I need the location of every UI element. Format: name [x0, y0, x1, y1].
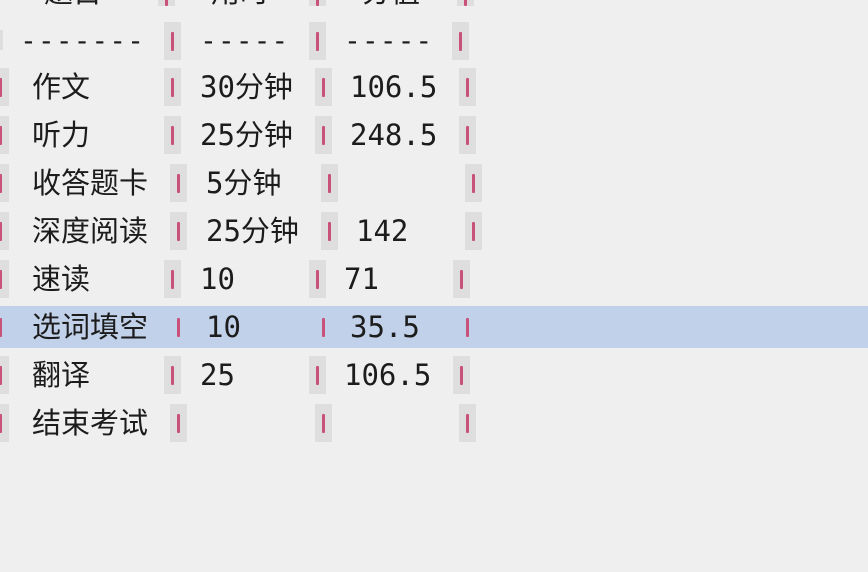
table-row[interactable]: 听力 25分钟 248.5	[0, 114, 868, 156]
separator-cell: -------	[20, 24, 146, 57]
pipe-marker	[0, 68, 9, 106]
cell-time: 5分钟	[206, 166, 282, 200]
pipe-marker	[0, 164, 9, 202]
pipe-marker	[452, 22, 469, 60]
pipe-marker	[309, 0, 326, 6]
cell-score: 35.5	[350, 310, 420, 344]
cell-topic: 作文	[32, 70, 91, 104]
cell-score: 106.5	[344, 358, 432, 392]
pipe-marker	[164, 260, 181, 298]
table-row[interactable]: 翻译 25 106.5	[0, 354, 868, 396]
pipe-marker	[459, 308, 476, 346]
pipe-marker	[0, 308, 9, 346]
pipe-marker	[459, 68, 476, 106]
markdown-editor[interactable]: 题目 用时 分值 ------- ----- ----- 作文 30分钟 106…	[0, 0, 868, 572]
cell-topic: 深度阅读	[32, 214, 149, 248]
cell-score: 142	[356, 214, 409, 248]
cell-time: 25分钟	[206, 214, 299, 248]
cell-time: 10	[206, 310, 241, 344]
cell-topic: 选词填空	[32, 310, 149, 344]
cell-time: 10	[200, 262, 235, 296]
separator-cell: -----	[344, 24, 434, 57]
cell-time: 30分钟	[200, 70, 293, 104]
pipe-marker	[0, 260, 9, 298]
pipe-marker	[164, 116, 181, 154]
table-separator-row: ------- ----- -----	[0, 20, 868, 62]
pipe-marker	[453, 356, 470, 394]
pipe-marker	[315, 308, 332, 346]
pipe-marker	[315, 68, 332, 106]
cell-topic: 速读	[32, 262, 91, 296]
pipe-marker	[315, 116, 332, 154]
pipe-marker	[0, 212, 9, 250]
pipe-marker	[321, 212, 338, 250]
separator-cell: -----	[200, 24, 290, 57]
table-row[interactable]: 收答题卡 5分钟	[0, 162, 868, 204]
header-cell-score: 分值	[362, 0, 420, 13]
pipe-marker	[321, 164, 338, 202]
pipe-marker	[158, 0, 175, 6]
pipe-marker	[465, 164, 482, 202]
cell-topic: 结束考试	[32, 406, 149, 440]
pipe-marker	[164, 356, 181, 394]
header-cell-topic: 题目	[44, 0, 102, 13]
pipe-marker	[0, 116, 9, 154]
cell-topic: 收答题卡	[32, 166, 149, 200]
cell-topic: 翻译	[32, 358, 91, 392]
pipe-marker	[164, 22, 181, 60]
pipe-marker	[170, 404, 187, 442]
cell-score: 71	[344, 262, 379, 296]
pipe-marker	[457, 0, 474, 6]
cell-score: 106.5	[350, 70, 438, 104]
table-row[interactable]: 速读 10 71	[0, 258, 868, 300]
pipe-marker	[170, 308, 187, 346]
cell-time: 25分钟	[200, 118, 293, 152]
table-row[interactable]: 深度阅读 25分钟 142	[0, 210, 868, 252]
pipe-marker	[170, 164, 187, 202]
pipe-marker	[164, 68, 181, 106]
cell-score: 248.5	[350, 118, 438, 152]
header-cell-time: 用时	[211, 0, 269, 13]
pipe-marker	[465, 212, 482, 250]
pipe-marker	[459, 116, 476, 154]
pipe-marker	[309, 356, 326, 394]
pipe-marker	[309, 260, 326, 298]
pipe-marker	[170, 212, 187, 250]
pipe-marker	[309, 22, 326, 60]
cell-topic: 听力	[32, 118, 91, 152]
pipe-marker	[453, 260, 470, 298]
table-row[interactable]: 结束考试	[0, 402, 868, 444]
pipe-marker	[315, 404, 332, 442]
table-row[interactable]: 作文 30分钟 106.5	[0, 66, 868, 108]
pipe-marker	[459, 404, 476, 442]
cell-time: 25	[200, 358, 235, 392]
pipe-marker	[0, 356, 9, 394]
table-row-selected[interactable]: 选词填空 10 35.5	[0, 306, 868, 348]
pipe-marker	[0, 30, 3, 50]
pipe-marker	[0, 404, 9, 442]
